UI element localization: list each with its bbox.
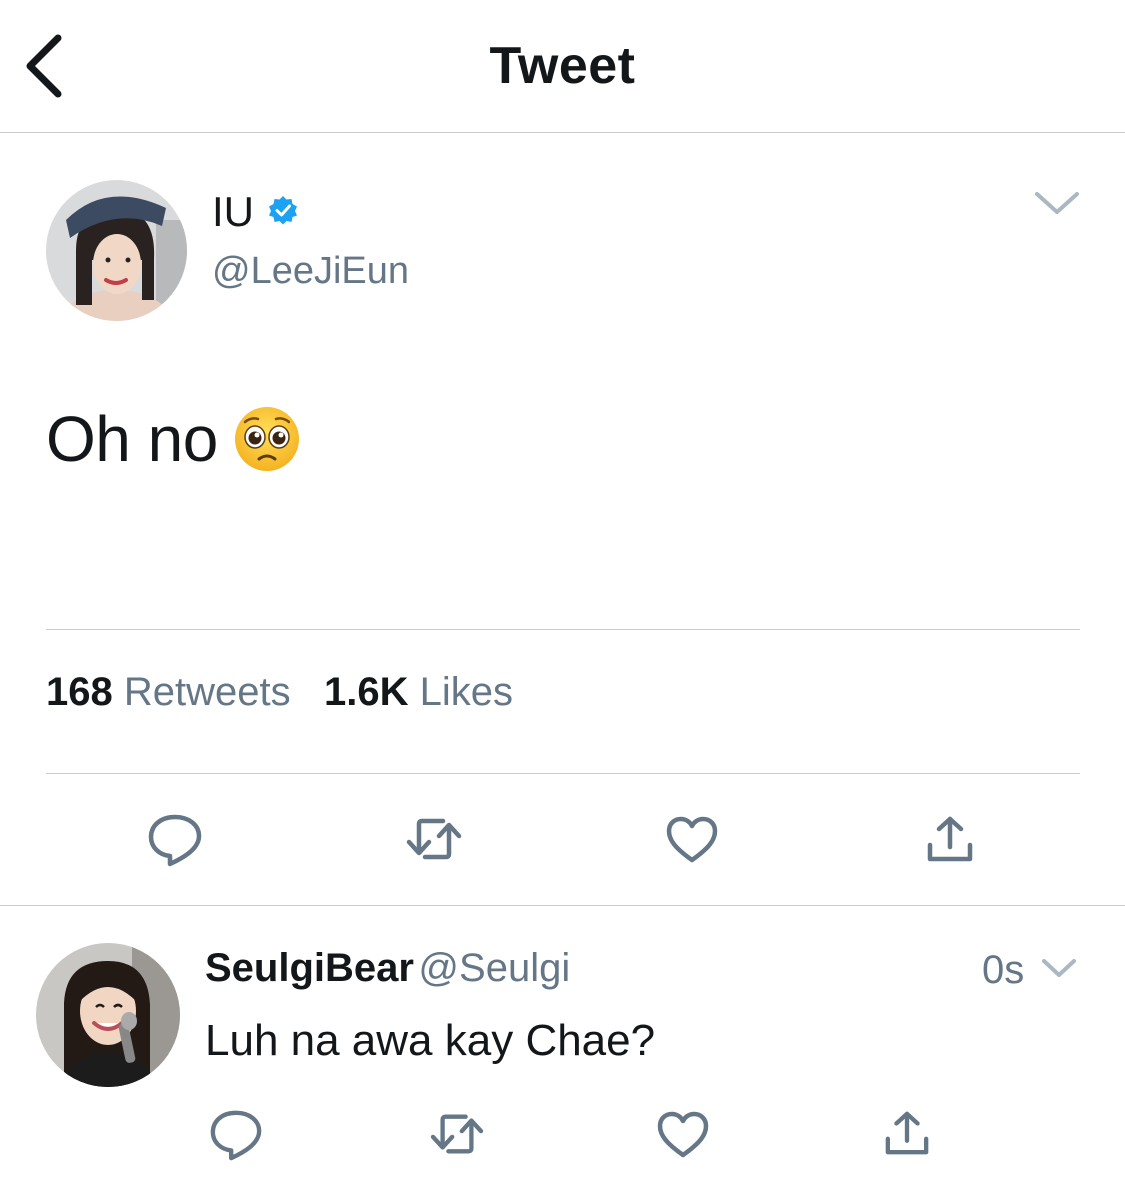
reply-header: SeulgiBear @Seulgi (205, 946, 570, 991)
retweets-stat[interactable]: 168 Retweets (46, 670, 291, 714)
stats-divider-top (46, 629, 1080, 630)
reply-like-button[interactable] (656, 1110, 710, 1160)
reply-text: Luh na awa kay Chae? (205, 1016, 656, 1065)
retweets-count: 168 (46, 670, 113, 714)
chevron-down-icon (1035, 192, 1079, 214)
handle[interactable]: @LeeJiEun (212, 250, 409, 293)
like-button[interactable] (665, 815, 719, 865)
reply-icon (148, 814, 202, 867)
chevron-down-icon (1042, 959, 1076, 977)
reply-retweet-button[interactable] (429, 1110, 485, 1158)
retweet-icon (406, 818, 462, 860)
reply-options-button[interactable] (1040, 956, 1078, 980)
avatar[interactable] (46, 180, 187, 321)
reply-display-name[interactable]: SeulgiBear (205, 946, 414, 990)
header-divider (0, 132, 1125, 133)
share-button[interactable] (926, 815, 974, 865)
retweet-icon (430, 1114, 484, 1154)
tweet-text: Oh no (46, 403, 218, 475)
avatar-image (36, 943, 180, 1087)
reply-timestamp: 0s (982, 948, 1025, 992)
share-icon (885, 1111, 929, 1155)
likes-label: Likes (419, 670, 513, 714)
reply-reply-button[interactable] (208, 1108, 264, 1162)
avatar-image (46, 180, 187, 321)
likes-stat[interactable]: 1.6K Likes (324, 670, 513, 714)
pleading-face-emoji (233, 405, 301, 473)
tweet-options-button[interactable] (1033, 188, 1081, 218)
page-title: Tweet (489, 37, 636, 95)
reply-avatar[interactable] (36, 943, 180, 1087)
like-icon (666, 816, 718, 863)
retweets-label: Retweets (123, 670, 291, 714)
reply-button[interactable] (146, 812, 204, 868)
stats-divider-bottom (46, 773, 1080, 774)
reply-divider (0, 905, 1125, 906)
retweet-button[interactable] (405, 814, 463, 864)
verified-badge-icon (268, 195, 298, 225)
reply-handle[interactable]: @Seulgi (418, 946, 570, 990)
likes-count: 1.6K (323, 670, 409, 714)
display-name[interactable]: IU (212, 188, 254, 236)
reply-icon (210, 1110, 262, 1161)
share-icon (927, 816, 973, 862)
tweet-stats: 168 Retweets 1.6K Likes (46, 670, 513, 715)
reply-share-button[interactable] (884, 1110, 930, 1158)
like-icon (657, 1111, 709, 1158)
